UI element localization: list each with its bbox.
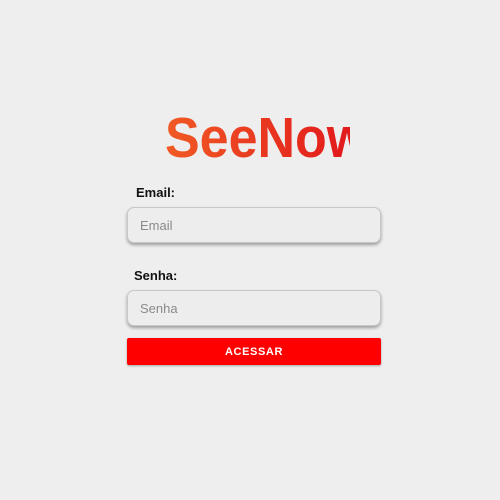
email-field[interactable] xyxy=(127,207,381,243)
login-button[interactable]: ACESSAR xyxy=(127,338,381,365)
password-label: Senha: xyxy=(134,268,178,283)
logo-text: SeeNow xyxy=(165,107,350,169)
seenow-logo: SeeNow xyxy=(165,107,350,169)
password-field[interactable] xyxy=(127,290,381,326)
email-label: Email: xyxy=(136,185,176,200)
login-page: SeeNow Email: Senha: ACESSAR xyxy=(0,0,500,500)
